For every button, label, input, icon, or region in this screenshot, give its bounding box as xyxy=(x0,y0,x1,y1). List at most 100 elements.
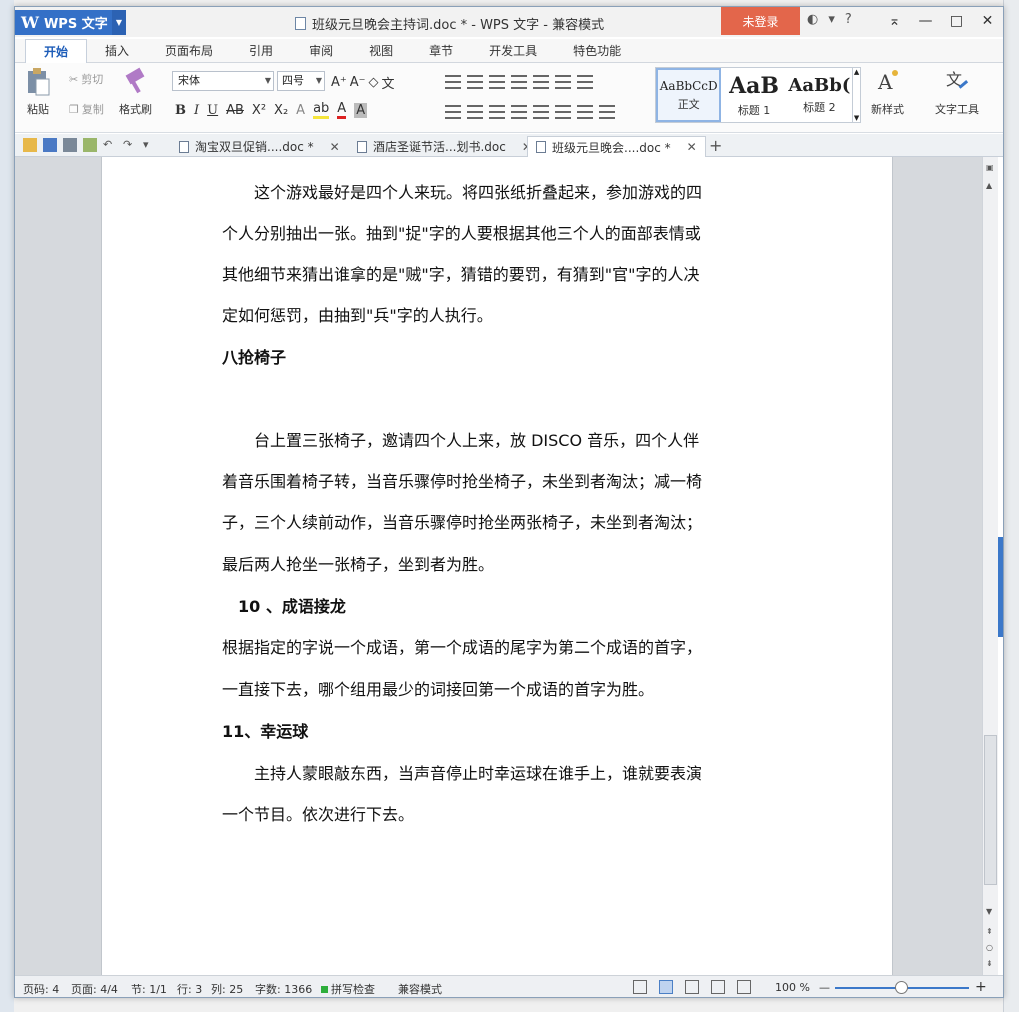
login-button[interactable]: 未登录 xyxy=(721,7,800,35)
undo-icon[interactable]: ↶ xyxy=(103,138,117,152)
tab-references[interactable]: 引用 xyxy=(231,39,291,63)
font-color-icon[interactable]: A xyxy=(337,101,347,119)
zoom-in-icon[interactable]: + xyxy=(975,979,987,995)
shirt-icon[interactable]: ▾ xyxy=(828,12,835,27)
text-effect-icon[interactable]: A xyxy=(296,103,305,118)
clear-format-icon[interactable]: ◇ xyxy=(369,75,379,90)
style-normal[interactable]: AaBbCcD 正文 xyxy=(656,68,722,122)
bold-button[interactable]: B xyxy=(175,103,186,118)
tab-developer[interactable]: 开发工具 xyxy=(471,39,555,63)
distribute-icon[interactable] xyxy=(533,105,549,119)
redo-icon[interactable]: ↷ xyxy=(123,138,137,152)
open-icon[interactable] xyxy=(23,138,37,152)
zoom-level[interactable]: 100 % xyxy=(775,981,810,994)
align-center-icon[interactable] xyxy=(467,105,483,119)
next-page-icon[interactable]: ⇟ xyxy=(986,959,993,968)
skin-icon[interactable]: ◐ xyxy=(807,12,818,27)
fullscreen-view-icon[interactable] xyxy=(633,980,647,994)
bullets-icon[interactable] xyxy=(445,75,461,89)
decrease-indent-icon[interactable] xyxy=(489,75,505,89)
style-heading-2[interactable]: AaBb( 标题 2 xyxy=(787,68,852,122)
print-preview-icon[interactable] xyxy=(83,138,97,152)
tab-special-features[interactable]: 特色功能 xyxy=(555,39,639,63)
styles-scroll[interactable]: ▲ ▼ xyxy=(852,68,860,122)
subscript-button[interactable]: X₂ xyxy=(274,103,288,118)
page-view-icon[interactable] xyxy=(659,980,673,994)
chevron-down-icon[interactable]: ▼ xyxy=(854,114,859,122)
side-panel-toggle[interactable] xyxy=(998,537,1003,637)
cut-button[interactable]: ✂ 剪切 xyxy=(69,71,103,87)
tab-page-layout[interactable]: 页面布局 xyxy=(147,39,231,63)
superscript-button[interactable]: X² xyxy=(252,103,266,118)
reading-view-icon[interactable] xyxy=(737,980,751,994)
tab-insert[interactable]: 插入 xyxy=(87,39,147,63)
app-menu-button[interactable]: W WPS 文字 ▼ xyxy=(15,10,126,35)
align-left-icon[interactable] xyxy=(445,105,461,119)
phonetic-icon[interactable]: 文 xyxy=(382,73,395,92)
underline-button[interactable]: U xyxy=(207,103,218,118)
help-icon[interactable]: ? xyxy=(845,12,852,27)
print-icon[interactable] xyxy=(63,138,77,152)
status-words[interactable]: 字数: 1366 xyxy=(255,981,312,997)
browse-object-icon[interactable]: ○ xyxy=(986,943,993,952)
font-family-select[interactable]: 宋体 ▼ xyxy=(172,71,274,91)
table-icon[interactable] xyxy=(577,75,593,89)
close-button[interactable]: ✕ xyxy=(972,7,1003,35)
numbering-icon[interactable] xyxy=(467,75,483,89)
doc-tab-2[interactable]: 酒店圣诞节活...划书.doc ✕ xyxy=(349,136,540,157)
document-tab-bar: ↶ ↷ ▾ 淘宝双旦促销....doc * ✕ 酒店圣诞节活...划书.doc … xyxy=(15,134,1003,157)
collapse-ribbon-icon[interactable]: ⌅ xyxy=(879,7,910,35)
justify-icon[interactable] xyxy=(511,105,527,119)
paste-button[interactable]: 粘贴 xyxy=(25,67,51,117)
close-icon[interactable]: ✕ xyxy=(687,140,697,154)
vertical-scrollbar[interactable]: ▣ ▲ ▼ ⇞ ○ ⇟ xyxy=(982,157,998,975)
zoom-slider-handle[interactable] xyxy=(895,981,908,994)
tab-review[interactable]: 审阅 xyxy=(291,39,351,63)
scroll-up-icon[interactable]: ▲ xyxy=(986,181,992,190)
doc-tab-1[interactable]: 淘宝双旦促销....doc * ✕ xyxy=(171,136,348,157)
minimize-button[interactable]: — xyxy=(910,7,941,35)
outline-view-icon[interactable] xyxy=(685,980,699,994)
doc-tab-3[interactable]: 班级元旦晚会....doc * ✕ xyxy=(527,136,706,157)
chevron-down-icon[interactable]: ▼ xyxy=(112,10,126,35)
add-tab-icon[interactable]: + xyxy=(709,136,722,155)
scroll-down-icon[interactable]: ▼ xyxy=(986,907,992,916)
style-heading-1[interactable]: AaB 标题 1 xyxy=(721,68,786,122)
chevron-down-icon: ▼ xyxy=(315,76,322,85)
grow-font-icon[interactable]: A⁺ xyxy=(331,75,347,90)
save-icon[interactable] xyxy=(43,138,57,152)
maximize-button[interactable]: □ xyxy=(941,7,972,35)
document-page[interactable]: 这个游戏最好是四个人来玩。将四张纸折叠起来，参加游戏的四 个人分别抽出一张。抽到… xyxy=(101,157,893,975)
strikethrough-button[interactable]: AB xyxy=(226,103,244,118)
web-view-icon[interactable] xyxy=(711,980,725,994)
copy-button[interactable]: ❐ 复制 xyxy=(69,101,104,117)
spell-check[interactable]: 拼写检查 xyxy=(321,981,375,997)
new-style-button[interactable]: A 新样式 xyxy=(871,67,904,117)
char-shading-icon[interactable]: A xyxy=(354,102,368,118)
scrollbar-thumb[interactable] xyxy=(984,735,997,885)
borders-icon[interactable] xyxy=(599,105,615,119)
align-right-icon[interactable] xyxy=(489,105,505,119)
zoom-out-icon[interactable]: — xyxy=(819,981,830,994)
page-icon[interactable]: ▣ xyxy=(986,163,994,172)
sort-icon[interactable] xyxy=(555,75,571,89)
previous-page-icon[interactable]: ⇞ xyxy=(986,927,993,936)
font-size-select[interactable]: 四号 ▼ xyxy=(277,71,325,91)
increase-indent-icon[interactable] xyxy=(511,75,527,89)
font-grow-shrink[interactable]: A⁺ A⁻ ◇ 文 xyxy=(331,73,395,92)
shading-icon[interactable] xyxy=(577,105,593,119)
chevron-down-icon[interactable]: ▾ xyxy=(143,138,157,152)
italic-button[interactable]: I xyxy=(194,103,199,118)
shrink-font-icon[interactable]: A⁻ xyxy=(350,75,366,90)
text-tool-button[interactable]: 文 文字工具 xyxy=(935,67,979,117)
tab-home[interactable]: 开始 xyxy=(25,39,88,64)
format-painter-button[interactable]: 格式刷 xyxy=(119,67,152,117)
tab-section[interactable]: 章节 xyxy=(411,39,471,63)
zoom-slider[interactable] xyxy=(835,981,969,994)
line-spacing-icon[interactable] xyxy=(555,105,571,119)
highlight-icon[interactable]: ab xyxy=(313,101,330,119)
close-icon[interactable]: ✕ xyxy=(330,140,340,154)
chinese-layout-icon[interactable] xyxy=(533,75,549,89)
chevron-up-icon[interactable]: ▲ xyxy=(854,68,859,76)
tab-view[interactable]: 视图 xyxy=(351,39,411,63)
